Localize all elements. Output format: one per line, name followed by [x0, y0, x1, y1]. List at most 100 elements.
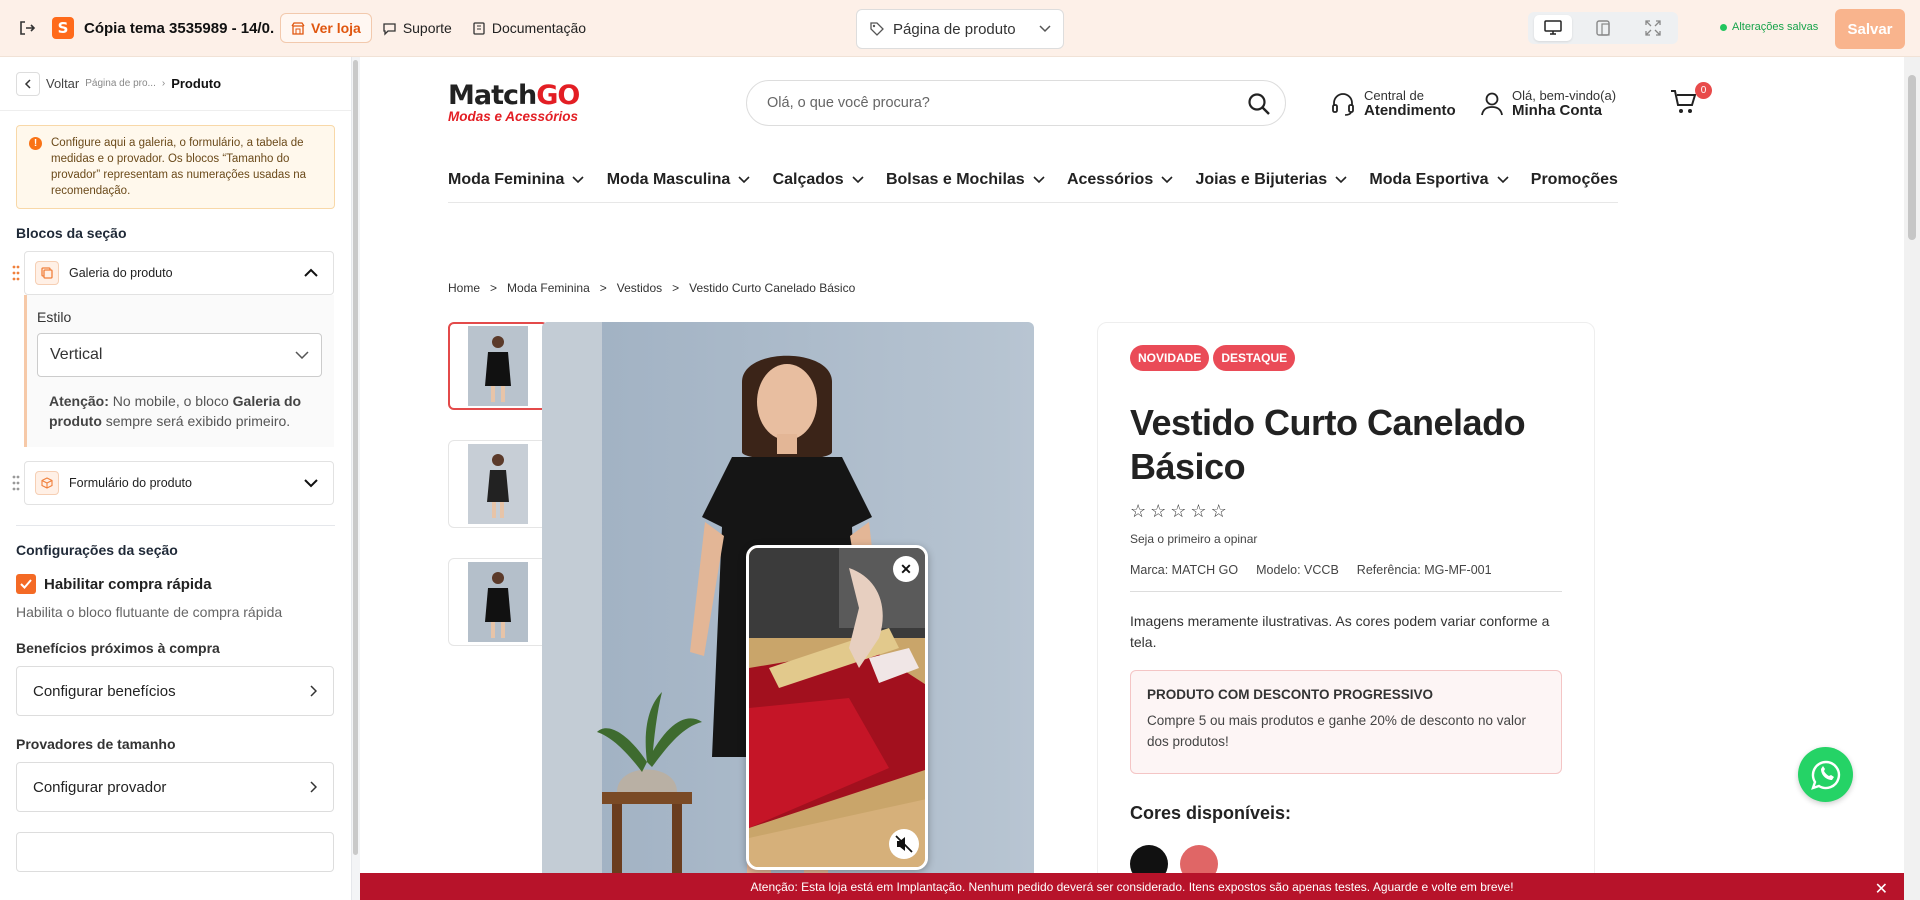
breadcrumb-link[interactable]: Home	[448, 281, 480, 295]
device-switcher	[1528, 12, 1678, 44]
support-link[interactable]: Central de Atendimento	[1330, 89, 1456, 119]
store-search-input[interactable]: Olá, o que você procura?	[746, 80, 1286, 126]
page-scroll-thumb[interactable]	[1908, 75, 1916, 240]
quick-buy-toggle[interactable]: Habilitar compra rápida	[16, 574, 351, 594]
nav-item[interactable]: Moda Esportiva	[1369, 169, 1509, 191]
save-status-label: Alterações salvas	[1732, 21, 1819, 33]
cart-count-badge: 0	[1695, 82, 1712, 99]
support-button[interactable]: Suporte	[372, 13, 462, 43]
chevron-down-icon	[1161, 176, 1173, 184]
info-notice: ! Configure aqui a galeria, o formulário…	[16, 125, 335, 209]
chevron-down-icon[interactable]	[303, 478, 319, 488]
product-tags: NOVIDADE DESTAQUE	[1130, 345, 1299, 371]
configure-fitter-button[interactable]: Configurar provador	[16, 762, 334, 812]
breadcrumb-link[interactable]: Vestidos	[617, 281, 662, 295]
breadcrumb-parent[interactable]: Página de pro...	[85, 78, 156, 89]
whatsapp-icon[interactable]	[1798, 747, 1853, 802]
sidebar-scroll-thumb[interactable]	[353, 60, 358, 855]
editor-sidebar: Voltar Página de pro... › Produto ! Conf…	[0, 57, 352, 900]
close-icon[interactable]: ✕	[893, 556, 919, 582]
store-icon	[291, 22, 305, 35]
product-thumbnail[interactable]	[448, 440, 548, 528]
quick-buy-help: Habilita o bloco flutuante de compra ráp…	[16, 604, 283, 620]
store-nav: Moda Feminina Moda Masculina Calçados Bo…	[448, 169, 1618, 203]
fullscreen-icon[interactable]	[1634, 15, 1672, 41]
nav-label: Acessórios	[1066, 171, 1154, 188]
back-label[interactable]: Voltar	[46, 76, 79, 91]
theme-title: Cópia tema 3535989 - 14/0...	[84, 19, 274, 37]
next-config-item[interactable]	[16, 832, 334, 872]
nav-label: Bolsas e Mochilas	[885, 171, 1025, 188]
nav-item[interactable]: Moda Masculina	[607, 169, 751, 191]
quick-buy-label: Habilitar compra rápida	[44, 575, 212, 593]
product-info-card: NOVIDADE DESTAQUE Vestido Curto Canelado …	[1097, 322, 1595, 900]
quick-buy-checkbox[interactable]	[16, 574, 36, 594]
book-icon	[473, 22, 485, 35]
docs-button[interactable]: Documentação	[462, 13, 596, 43]
style-select[interactable]: Vertical	[37, 333, 322, 377]
logo-go-text: GO	[536, 80, 580, 111]
progressive-discount-box: PRODUTO COM DESCONTO PROGRESSIVO Compre …	[1130, 670, 1562, 774]
gallery-icon	[35, 261, 59, 285]
nav-item[interactable]: Calçados	[773, 169, 864, 191]
search-icon[interactable]	[1247, 92, 1271, 116]
promo-text: Compre 5 ou mais produtos e ganhe 20% de…	[1147, 713, 1526, 749]
mute-icon[interactable]	[889, 829, 919, 859]
chevron-down-icon	[738, 176, 750, 184]
chevron-right-icon	[310, 685, 317, 697]
tag-featured: DESTAQUE	[1213, 345, 1296, 371]
nav-item[interactable]: Joias e Bijuterias	[1195, 169, 1347, 191]
configure-benefits-button[interactable]: Configurar benefícios	[16, 666, 334, 716]
product-thumbnail[interactable]	[448, 558, 548, 646]
floating-video[interactable]: ✕	[746, 545, 928, 870]
search-placeholder: Olá, o que você procura?	[767, 95, 930, 111]
alert-text: Atenção: Esta loja está em Implantação. …	[750, 879, 1514, 894]
status-dot-icon	[1720, 23, 1727, 31]
drag-handle-icon[interactable]	[11, 474, 21, 492]
breadcrumb-separator: >	[599, 281, 607, 295]
chevron-down-icon	[1033, 176, 1045, 184]
desktop-view-icon[interactable]	[1534, 15, 1572, 41]
chevron-down-icon	[572, 176, 585, 184]
view-store-button[interactable]: Ver loja	[280, 13, 372, 43]
cart-icon[interactable]	[1670, 89, 1698, 115]
star-empty-icon: ☆	[1150, 501, 1167, 521]
breadcrumb-link[interactable]: Moda Feminina	[507, 281, 590, 295]
close-icon[interactable]: ✕	[1875, 879, 1888, 899]
docs-label: Documentação	[491, 20, 587, 36]
account-link[interactable]: Olá, bem-vindo(a) Minha Conta	[1480, 89, 1616, 119]
chevron-down-icon	[1335, 176, 1347, 184]
chevron-up-icon[interactable]	[303, 268, 319, 278]
chevron-down-icon	[1039, 25, 1051, 33]
star-empty-icon: ☆	[1130, 501, 1147, 521]
block-gallery[interactable]: Galeria do produto	[12, 251, 334, 295]
save-button[interactable]: Salvar	[1835, 9, 1905, 49]
product-model: Modelo: VCCB	[1256, 563, 1339, 577]
breadcrumb: Voltar Página de pro... › Produto	[0, 57, 351, 111]
tag-icon	[870, 22, 884, 36]
first-review-link[interactable]: Seja o primeiro a opinar	[1130, 532, 1257, 546]
store-logo[interactable]: MatchGO Modas e Acessórios	[448, 82, 608, 130]
mobile-view-icon[interactable]	[1584, 15, 1622, 41]
nav-item[interactable]: Bolsas e Mochilas	[886, 169, 1045, 191]
chevron-down-icon	[852, 176, 864, 184]
page-type-select[interactable]: Página de produto	[856, 9, 1064, 49]
product-brand: Marca: MATCH GO	[1130, 563, 1239, 577]
rating-stars[interactable]: ☆ ☆ ☆ ☆ ☆	[1130, 501, 1227, 522]
logo-match-text: Match	[448, 80, 537, 111]
product-thumbnail[interactable]	[448, 322, 548, 410]
note-text-1: No mobile, o bloco	[108, 393, 233, 409]
nav-item[interactable]: Promoções	[1531, 169, 1618, 191]
check-icon	[20, 579, 32, 589]
style-label: Estilo	[37, 309, 72, 325]
exit-icon[interactable]	[14, 15, 40, 41]
colors-heading: Cores disponíveis:	[1130, 803, 1292, 823]
breadcrumb-separator: >	[490, 281, 498, 295]
editor-topbar: S Cópia tema 3535989 - 14/0... Ver loja …	[0, 0, 1920, 57]
nav-item[interactable]: Moda Feminina	[448, 169, 585, 191]
nav-label: Moda Feminina	[448, 171, 565, 188]
back-button[interactable]	[16, 71, 40, 96]
block-form[interactable]: Formulário do produto	[12, 461, 334, 505]
drag-handle-icon[interactable]	[11, 264, 21, 282]
nav-item[interactable]: Acessórios	[1067, 169, 1173, 191]
